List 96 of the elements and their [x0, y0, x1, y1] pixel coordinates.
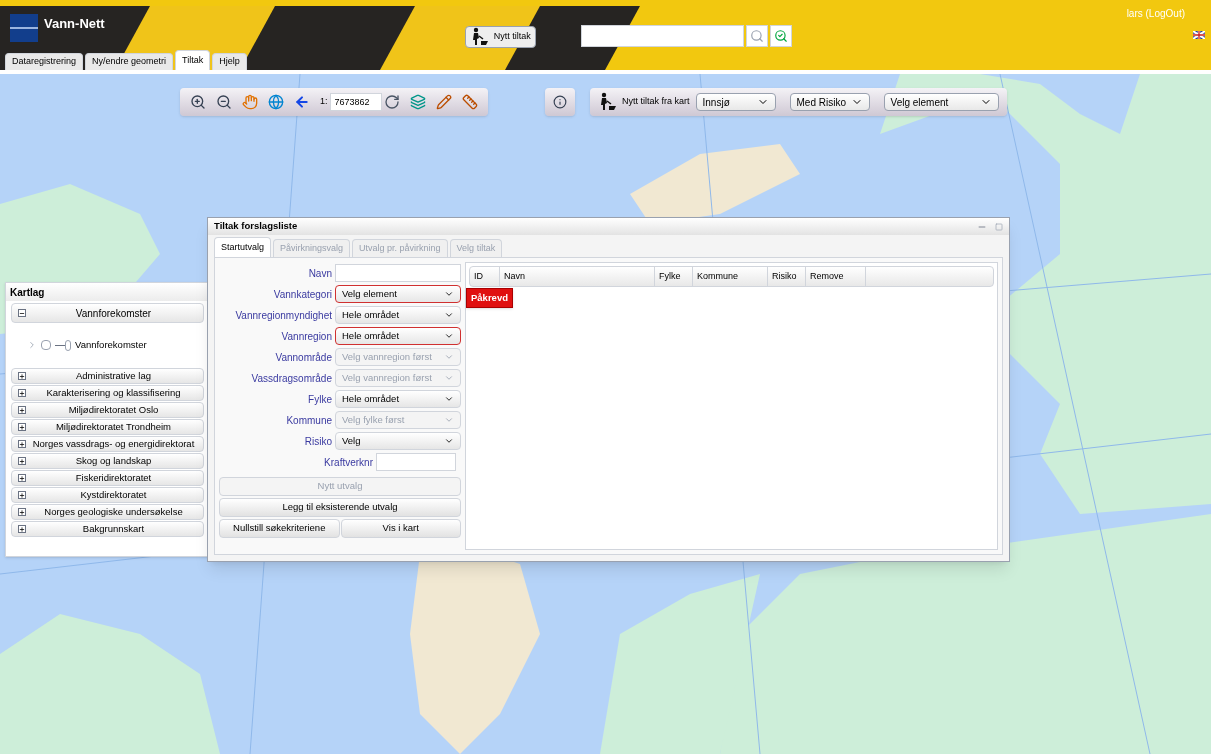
scale-field[interactable]: 7673862	[329, 93, 382, 111]
nav-tab[interactable]: Ny/endre geometri	[85, 53, 174, 70]
filter-dropdown[interactable]: Velg element	[883, 93, 999, 111]
filter-select[interactable]: Hele området	[335, 327, 461, 345]
refresh-icon[interactable]	[383, 94, 400, 110]
layer-label: Vannforekomster	[75, 337, 147, 352]
nav-tab[interactable]: Dataregistrering	[5, 53, 84, 70]
expand-toggle-icon	[18, 309, 26, 317]
layer-group-header[interactable]: Norges vassdrags- og energidirektorat	[11, 436, 204, 452]
search-icon	[749, 29, 764, 43]
layer-group-header[interactable]: Fiskeridirektoratet	[11, 470, 204, 486]
validation-tooltip: Påkrevd	[466, 288, 513, 309]
field-label: Vassdragsområde	[250, 371, 332, 386]
caret-icon	[444, 394, 454, 404]
column-header[interactable]: Kommune	[693, 267, 768, 286]
field-label: Risiko	[303, 434, 332, 449]
column-header[interactable]: ID	[470, 267, 500, 286]
magnifier-check-icon	[773, 29, 788, 43]
filter-select[interactable]: Hele området	[335, 390, 461, 408]
layer-group-header[interactable]: Karakterisering og klassifisering	[11, 385, 204, 401]
dialog-button[interactable]: Legg til eksisterende utvalg	[219, 498, 461, 517]
expand-toggle-icon	[18, 491, 26, 499]
pencil-icon[interactable]	[435, 94, 452, 110]
search-button[interactable]	[745, 25, 768, 47]
expand-toggle-icon	[18, 457, 26, 465]
layer-group-header[interactable]: Miljødirektoratet Trondheim	[11, 419, 204, 435]
dialog-button[interactable]: Vis i kart	[340, 519, 461, 538]
zoom-in-icon[interactable]	[190, 94, 206, 110]
filter-dropdown[interactable]: Med Risiko	[789, 93, 870, 111]
power-plant-number-field[interactable]	[376, 453, 456, 471]
expand-toggle-icon	[18, 508, 26, 516]
field-label: Vannkategori	[272, 287, 332, 302]
info-button[interactable]	[545, 88, 575, 116]
info-icon	[553, 95, 567, 109]
layer-group-header[interactable]: Kystdirektoratet	[11, 487, 204, 503]
column-header[interactable]: Fylke	[655, 267, 693, 286]
name-field[interactable]	[335, 264, 461, 282]
field-label: Kraftverknr	[323, 455, 373, 470]
caret-icon	[444, 436, 454, 446]
layer-group-header[interactable]: Miljødirektoratet Oslo	[11, 402, 204, 418]
filter-select[interactable]: Velg element	[335, 285, 461, 303]
field-label: Vannregion	[280, 329, 332, 344]
dialog-tab[interactable]: Startutvalg	[214, 237, 272, 257]
slider-thumb[interactable]	[65, 339, 71, 351]
app-title: Vann-Nett	[44, 15, 105, 33]
globe-icon[interactable]	[268, 94, 284, 110]
caret-icon	[444, 331, 454, 341]
layer-group-header[interactable]: Administrative lag	[11, 368, 204, 384]
search-field[interactable]	[580, 25, 744, 47]
back-arrow-icon[interactable]	[294, 94, 310, 110]
scale-prefix: 1:	[320, 95, 328, 109]
uk-flag-icon[interactable]	[1193, 31, 1205, 39]
caret-icon	[444, 415, 454, 425]
filter-select[interactable]: Velg	[335, 432, 461, 450]
field-label: Navn	[307, 266, 332, 281]
expand-toggle-icon	[18, 372, 26, 380]
dialog-button[interactable]: Nullstill søkekriteriene	[219, 519, 340, 538]
caret-icon	[444, 352, 454, 362]
filter-select[interactable]: Hele området	[335, 306, 461, 324]
locate-search-button[interactable]	[769, 25, 792, 47]
expand-toggle-icon	[18, 440, 26, 448]
field-label: Fylke	[307, 392, 332, 407]
field-label: Kommune	[285, 413, 332, 428]
expand-toggle-icon	[18, 525, 26, 533]
field-label: Vannregionmyndighet	[234, 308, 332, 323]
expand-toggle-icon	[18, 406, 26, 414]
column-header[interactable]: Navn	[500, 267, 655, 286]
layer-checkbox[interactable]	[41, 340, 51, 350]
zoom-out-icon[interactable]	[216, 94, 232, 110]
new-measure-button[interactable]: Nytt tiltak	[464, 26, 536, 48]
nav-tab[interactable]: Hjelp	[212, 53, 247, 70]
ruler-icon[interactable]	[461, 94, 478, 110]
new-measure-from-map-button[interactable]: Nytt tiltak fra kart	[598, 92, 690, 112]
layer-group-header[interactable]: Vannforekomster	[11, 303, 204, 323]
column-header[interactable]: Risiko	[768, 267, 806, 286]
nav-tab[interactable]: Tiltak	[175, 50, 211, 70]
expand-toggle-icon	[18, 389, 26, 397]
logo-icon	[10, 14, 38, 42]
caret-icon	[444, 373, 454, 383]
layer-group-header[interactable]: Norges geologiske undersøkelse	[11, 504, 204, 520]
column-header[interactable]: Remove	[806, 267, 866, 286]
field-label: Vannområde	[274, 350, 332, 365]
layers-icon[interactable]	[409, 94, 426, 110]
dialog-title: Tiltak forslagsliste	[214, 219, 298, 234]
worker-icon	[598, 92, 618, 112]
expand-toggle-icon	[18, 474, 26, 482]
opacity-slider[interactable]	[55, 339, 71, 351]
caret-icon	[444, 310, 454, 320]
layer-group-header[interactable]: Skog og landskap	[11, 453, 204, 469]
caret-icon	[444, 289, 454, 299]
expand-toggle-icon	[18, 423, 26, 431]
maximize-icon[interactable]	[995, 222, 1003, 231]
layers-panel-title: Kartlag	[6, 283, 209, 301]
hand-icon[interactable]	[242, 94, 258, 110]
filter-dropdown[interactable]: Innsjø	[695, 93, 776, 111]
layer-group-header[interactable]: Bakgrunnskart	[11, 521, 204, 537]
